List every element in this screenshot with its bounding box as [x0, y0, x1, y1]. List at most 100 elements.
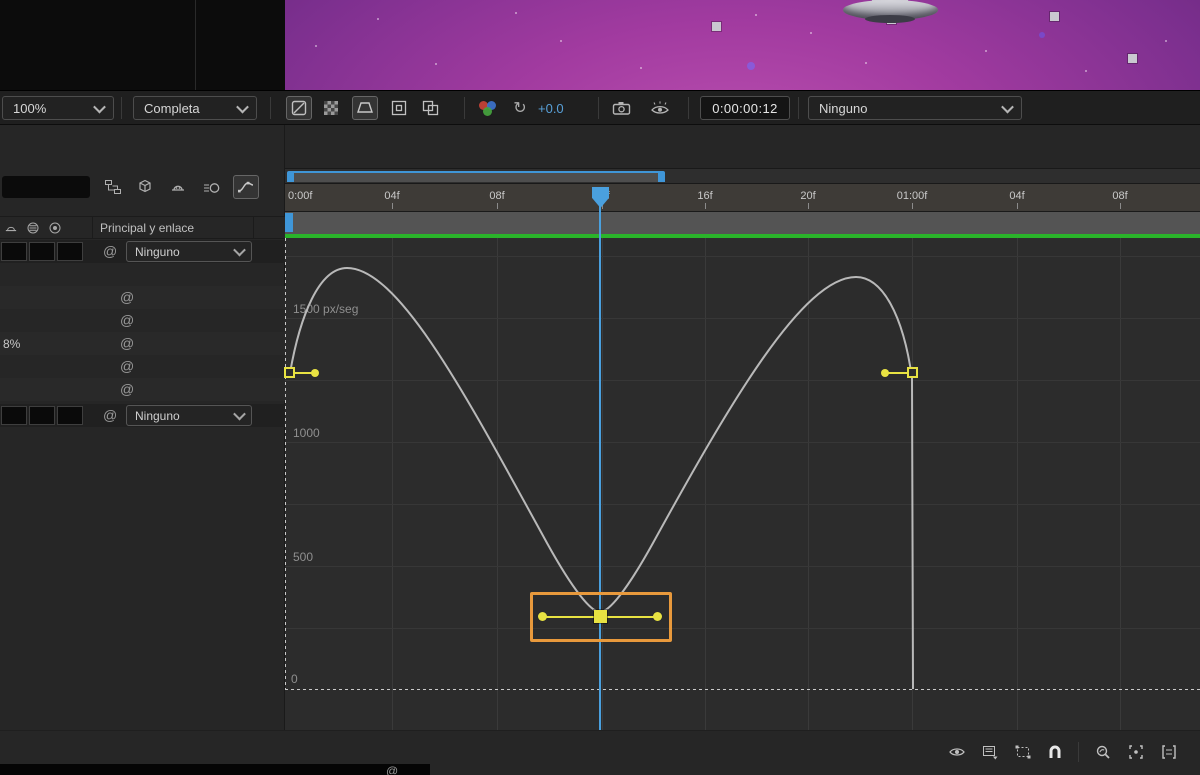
- partial-layer-row[interactable]: @: [0, 764, 430, 775]
- motion-blur-button[interactable]: [203, 180, 221, 196]
- navigator-end-cap[interactable]: [658, 173, 665, 182]
- fit-selection-button[interactable]: [1123, 739, 1149, 765]
- star: [377, 18, 379, 20]
- show-properties-button[interactable]: [944, 739, 970, 765]
- layer-switch-cell[interactable]: [57, 406, 83, 425]
- keyframe-center-selected[interactable]: [594, 610, 607, 623]
- show-snapshot-button[interactable]: [650, 100, 670, 116]
- time-navigator-track[interactable]: [285, 168, 1200, 184]
- pickwhip-icon[interactable]: @: [386, 765, 398, 775]
- influence-handle-center-left[interactable]: [538, 612, 547, 621]
- pickwhip-icon[interactable]: @: [103, 244, 117, 258]
- show-channel-button[interactable]: [476, 99, 502, 117]
- star: [810, 32, 812, 34]
- toolbar-separator: [464, 97, 465, 119]
- property-row[interactable]: 8% @: [0, 332, 285, 355]
- layer-switch-cell[interactable]: [57, 242, 83, 261]
- property-row[interactable]: @: [0, 309, 285, 332]
- bottom-bar-separator: [1078, 742, 1079, 762]
- property-row[interactable]: @: [0, 355, 285, 378]
- grid-and-guides-button[interactable]: [286, 96, 312, 120]
- shy-column-icon[interactable]: [4, 222, 18, 234]
- layer-switch-cell[interactable]: [29, 406, 55, 425]
- influence-handle-center-right[interactable]: [653, 612, 662, 621]
- graph-editor-button[interactable]: [233, 175, 259, 199]
- layer-handle: [1128, 54, 1137, 63]
- flowchart-icon: [104, 179, 122, 195]
- influence-handle-left[interactable]: [311, 369, 319, 377]
- motion-blur-icon: [203, 180, 221, 196]
- keyframe-right[interactable]: [907, 367, 918, 378]
- exposure-value[interactable]: +0.0: [538, 101, 564, 116]
- snap-button[interactable]: [1042, 739, 1068, 765]
- timecode-value: 0:00:00:12: [712, 101, 777, 116]
- comp-mini-flowchart-button[interactable]: [104, 179, 122, 195]
- pickwhip-icon[interactable]: @: [103, 408, 117, 422]
- resolution-dropdown[interactable]: Completa: [133, 96, 257, 120]
- motion-blur-column-icon[interactable]: [48, 221, 62, 235]
- layer-row[interactable]: @ Ninguno: [0, 240, 285, 263]
- fit-all-graphs-button[interactable]: [1156, 739, 1182, 765]
- grid-guides-icon: [291, 100, 307, 116]
- opacity-value[interactable]: 8%: [3, 337, 20, 351]
- ruler-label: 04f: [1009, 190, 1024, 202]
- ruler-label: 16f: [697, 190, 712, 202]
- comp-name-field[interactable]: [2, 176, 90, 198]
- timeline-column-header: Principal y enlace: [0, 216, 285, 239]
- toolbar-separator: [598, 97, 599, 119]
- ruler-tick: [705, 203, 706, 209]
- frame-blend-column-icon[interactable]: [26, 221, 40, 235]
- mask-path-visibility-button[interactable]: [352, 96, 378, 120]
- magnification-dropdown[interactable]: 100%: [2, 96, 114, 120]
- time-navigator-handle[interactable]: [287, 171, 665, 182]
- property-row[interactable]: @: [0, 286, 285, 309]
- camera-selector-dropdown[interactable]: Ninguno: [808, 96, 1022, 120]
- ruler-tick: [392, 203, 393, 209]
- fit-all-icon: [1160, 743, 1178, 761]
- ruler-tick: [1120, 203, 1121, 209]
- parent-dropdown[interactable]: Ninguno: [126, 405, 252, 426]
- auto-zoom-graph-button[interactable]: [1090, 739, 1116, 765]
- work-area-bar[interactable]: [285, 212, 1200, 234]
- chevron-down-icon: [233, 244, 246, 257]
- view-layout-button[interactable]: [418, 96, 444, 120]
- take-snapshot-button[interactable]: [612, 100, 632, 116]
- fit-selection-icon: [1127, 743, 1145, 761]
- composition-canvas[interactable]: [285, 0, 1200, 90]
- layer-switch-cell[interactable]: [29, 242, 55, 261]
- pickwhip-icon[interactable]: @: [120, 359, 134, 373]
- pickwhip-icon[interactable]: @: [120, 313, 134, 327]
- show-transform-box-button[interactable]: [1010, 739, 1036, 765]
- chevron-down-icon: [233, 408, 246, 421]
- magnification-value: 100%: [13, 101, 46, 116]
- current-time-field[interactable]: 0:00:00:12: [700, 96, 790, 120]
- region-of-interest-button[interactable]: [386, 96, 412, 120]
- left-blank-panel: [0, 0, 285, 90]
- rgb-circles-icon: [476, 99, 502, 117]
- transparency-grid-button[interactable]: [318, 96, 344, 120]
- star: [755, 14, 757, 16]
- star: [515, 12, 517, 14]
- ruler-tick: [912, 203, 913, 209]
- layer-switch-cell[interactable]: [1, 406, 27, 425]
- work-area-start-handle[interactable]: [285, 213, 293, 232]
- planet-dot: [747, 62, 755, 70]
- layer-row[interactable]: @ Ninguno: [0, 404, 285, 427]
- parent-dropdown[interactable]: Ninguno: [126, 241, 252, 262]
- pickwhip-icon[interactable]: @: [120, 336, 134, 350]
- ruler-tick: [497, 203, 498, 209]
- time-ruler[interactable]: 0:00f 04f 08f 12f 16f 20f 01:00f 04f 08f: [285, 184, 1200, 212]
- layer-handle: [1050, 12, 1059, 21]
- shy-layers-button[interactable]: [170, 180, 186, 194]
- layer-switch-cell[interactable]: [1, 242, 27, 261]
- pickwhip-icon[interactable]: @: [120, 290, 134, 304]
- graph-type-options-button[interactable]: [977, 739, 1003, 765]
- property-row[interactable]: @: [0, 378, 285, 401]
- pickwhip-icon[interactable]: @: [120, 382, 134, 396]
- reset-exposure-button[interactable]: ↻: [508, 96, 532, 120]
- panel-divider: [195, 0, 196, 90]
- draft-3d-button[interactable]: [137, 178, 153, 194]
- navigator-start-cap[interactable]: [287, 173, 294, 182]
- graph-options-icon: [981, 743, 999, 761]
- column-divider: [253, 217, 254, 239]
